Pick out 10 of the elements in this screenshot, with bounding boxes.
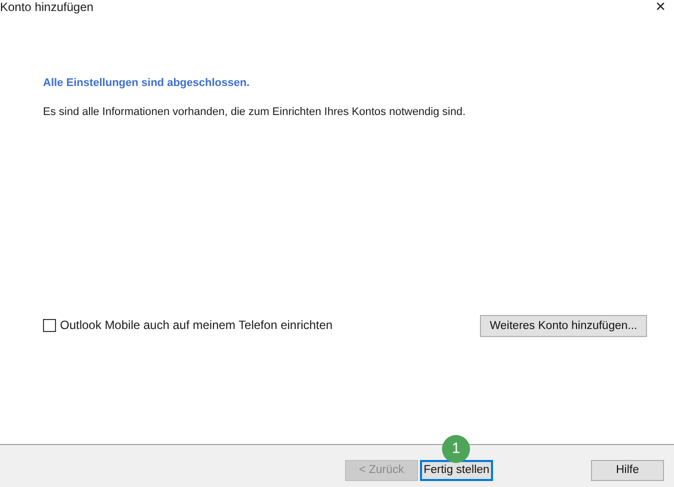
window-title: Konto hinzufügen [0,0,94,14]
footer-button[interactable]: Fertig stellen [420,460,493,480]
step-badge: 1 [442,434,470,462]
message: Es sind alle Informationen vorhanden, die zum Einrichten Ihres Kontos notwendig sind. [43,106,467,118]
checkbox[interactable] [43,318,56,332]
checkbox-label: Outlook Mobile auch auf meinem Telefon einrichten [60,318,333,332]
help-button[interactable]: Hilfe [591,460,664,480]
close-button[interactable]: ✕ [655,0,666,14]
heading: Alle Einstellungen sind abgeschlossen. [43,77,251,89]
add-account-button[interactable]: Weiteres Konto hinzufügen... [480,315,647,337]
